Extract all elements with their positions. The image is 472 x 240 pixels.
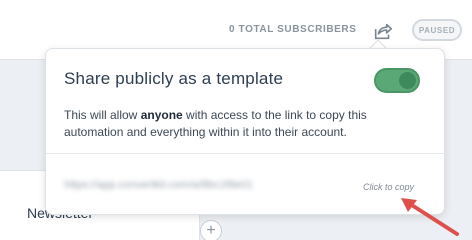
popover-description: This will allow anyone with access to th… [64, 107, 429, 141]
total-subscribers-label: 0 TOTAL SUBSCRIBERS [229, 24, 357, 35]
description-emphasis: anyone [140, 108, 183, 122]
status-badge[interactable]: PAUSED [412, 19, 462, 41]
share-template-popover: Share publicly as a template This will a… [45, 48, 446, 215]
divider [46, 153, 446, 154]
share-icon [374, 23, 393, 40]
annotation-arrow-icon [401, 198, 459, 236]
description-text: This will allow [64, 108, 141, 122]
share-link-url[interactable]: https://app.convertkit.com/a/8bc1f8e01 [64, 179, 304, 191]
share-button[interactable] [370, 18, 396, 44]
add-step-button[interactable]: + [200, 220, 222, 240]
share-public-toggle[interactable] [374, 68, 420, 93]
toggle-knob [399, 72, 416, 89]
popover-title: Share publicly as a template [64, 69, 284, 88]
